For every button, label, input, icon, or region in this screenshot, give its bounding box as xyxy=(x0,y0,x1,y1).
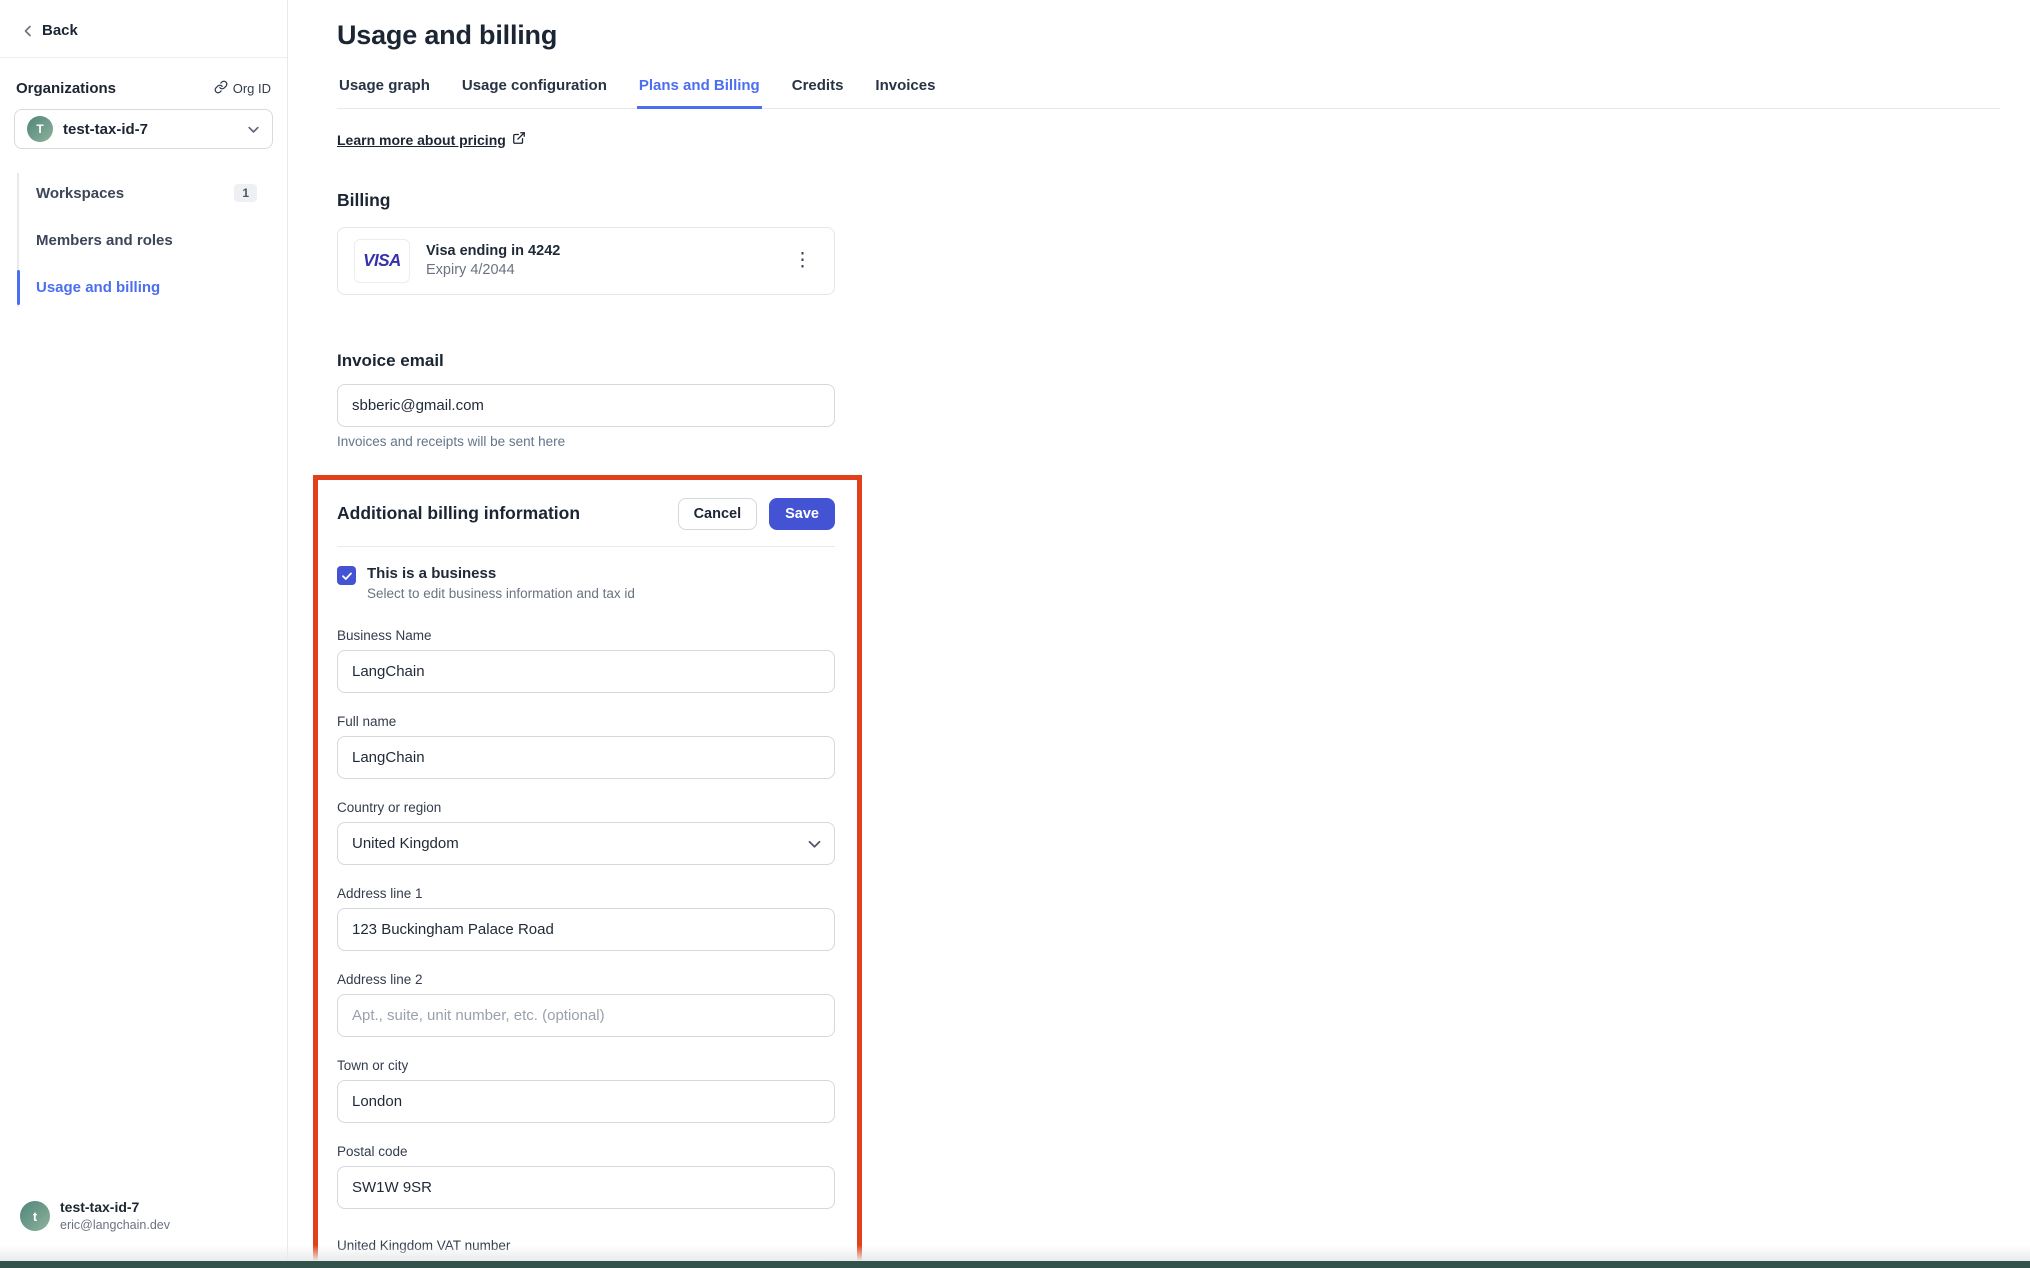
invoice-email-heading: Invoice email xyxy=(337,351,835,371)
country-select[interactable] xyxy=(337,822,835,865)
organization-selector[interactable]: T test-tax-id-7 xyxy=(14,109,273,149)
sidebar-item-label: Members and roles xyxy=(36,232,173,249)
sidebar: Back Organizations Org ID T test-tax-id-… xyxy=(0,0,288,1268)
sidebar-nav: Workspaces 1 Members and roles Usage and… xyxy=(17,173,287,307)
vat-number-label: United Kingdom VAT number xyxy=(337,1238,835,1253)
address-line-1-label: Address line 1 xyxy=(337,886,835,901)
town-or-city-input[interactable] xyxy=(337,1080,835,1123)
invoice-email-helper: Invoices and receipts will be sent here xyxy=(337,434,835,449)
user-avatar: t xyxy=(20,1201,50,1231)
window-bottom-edge xyxy=(0,1261,2030,1268)
organizations-heading: Organizations xyxy=(16,80,116,97)
org-id-label: Org ID xyxy=(233,81,271,96)
payment-method-card: VISA Visa ending in 4242 Expiry 4/2044 ⋮ xyxy=(337,227,835,295)
chevron-down-icon xyxy=(247,123,260,136)
user-name: test-tax-id-7 xyxy=(60,1198,170,1217)
visa-logo: VISA xyxy=(354,239,410,283)
save-button[interactable]: Save xyxy=(769,498,835,531)
back-button[interactable]: Back xyxy=(0,0,287,58)
invoice-email-input[interactable] xyxy=(337,384,835,427)
town-or-city-label: Town or city xyxy=(337,1058,835,1073)
business-checkbox-helper: Select to edit business information and … xyxy=(367,586,635,601)
card-expiry: Expiry 4/2044 xyxy=(426,262,771,278)
back-label: Back xyxy=(42,22,78,39)
full-name-input[interactable] xyxy=(337,736,835,779)
tab-usage-configuration[interactable]: Usage configuration xyxy=(460,77,609,109)
sidebar-item-label: Workspaces xyxy=(36,185,124,202)
postal-code-label: Postal code xyxy=(337,1144,835,1159)
main-content: Usage and billing Usage graph Usage conf… xyxy=(288,0,2030,1268)
additional-billing-info-section: Additional billing information Cancel Sa… xyxy=(313,475,862,1268)
business-checkbox[interactable] xyxy=(337,566,356,585)
country-label: Country or region xyxy=(337,800,835,815)
sidebar-item-members-and-roles[interactable]: Members and roles xyxy=(19,223,271,258)
link-icon xyxy=(214,80,228,97)
org-avatar: T xyxy=(27,116,53,142)
workspaces-count-badge: 1 xyxy=(234,184,257,202)
address-line-2-input[interactable] xyxy=(337,994,835,1037)
business-checkbox-label: This is a business xyxy=(367,565,635,582)
sidebar-item-label: Usage and billing xyxy=(36,279,160,296)
business-name-input[interactable] xyxy=(337,650,835,693)
page-title: Usage and billing xyxy=(337,20,2000,51)
org-selector-name: test-tax-id-7 xyxy=(63,121,237,138)
sidebar-item-workspaces[interactable]: Workspaces 1 xyxy=(19,175,271,211)
cancel-button[interactable]: Cancel xyxy=(678,498,758,531)
tab-plans-and-billing[interactable]: Plans and Billing xyxy=(637,77,762,109)
org-id-button[interactable]: Org ID xyxy=(214,80,271,97)
pricing-link-label: Learn more about pricing xyxy=(337,132,506,148)
address-line-2-label: Address line 2 xyxy=(337,972,835,987)
billing-heading: Billing xyxy=(337,190,835,211)
sidebar-item-usage-and-billing[interactable]: Usage and billing xyxy=(19,270,271,305)
kebab-menu-icon[interactable]: ⋮ xyxy=(787,247,818,274)
full-name-label: Full name xyxy=(337,714,835,729)
address-line-1-input[interactable] xyxy=(337,908,835,951)
additional-billing-info-heading: Additional billing information xyxy=(337,503,580,524)
card-description: Visa ending in 4242 xyxy=(426,243,771,259)
user-menu[interactable]: t test-tax-id-7 eric@langchain.dev xyxy=(0,1198,287,1268)
business-name-label: Business Name xyxy=(337,628,835,643)
user-email: eric@langchain.dev xyxy=(60,1217,170,1234)
external-link-icon xyxy=(512,131,526,148)
tab-invoices[interactable]: Invoices xyxy=(873,77,937,109)
postal-code-input[interactable] xyxy=(337,1166,835,1209)
tab-credits[interactable]: Credits xyxy=(790,77,846,109)
tab-usage-graph[interactable]: Usage graph xyxy=(337,77,432,109)
chevron-left-icon xyxy=(22,25,34,37)
pricing-link[interactable]: Learn more about pricing xyxy=(337,131,526,148)
settings-app: Back Organizations Org ID T test-tax-id-… xyxy=(0,0,2030,1268)
tab-bar: Usage graph Usage configuration Plans an… xyxy=(337,77,2000,109)
